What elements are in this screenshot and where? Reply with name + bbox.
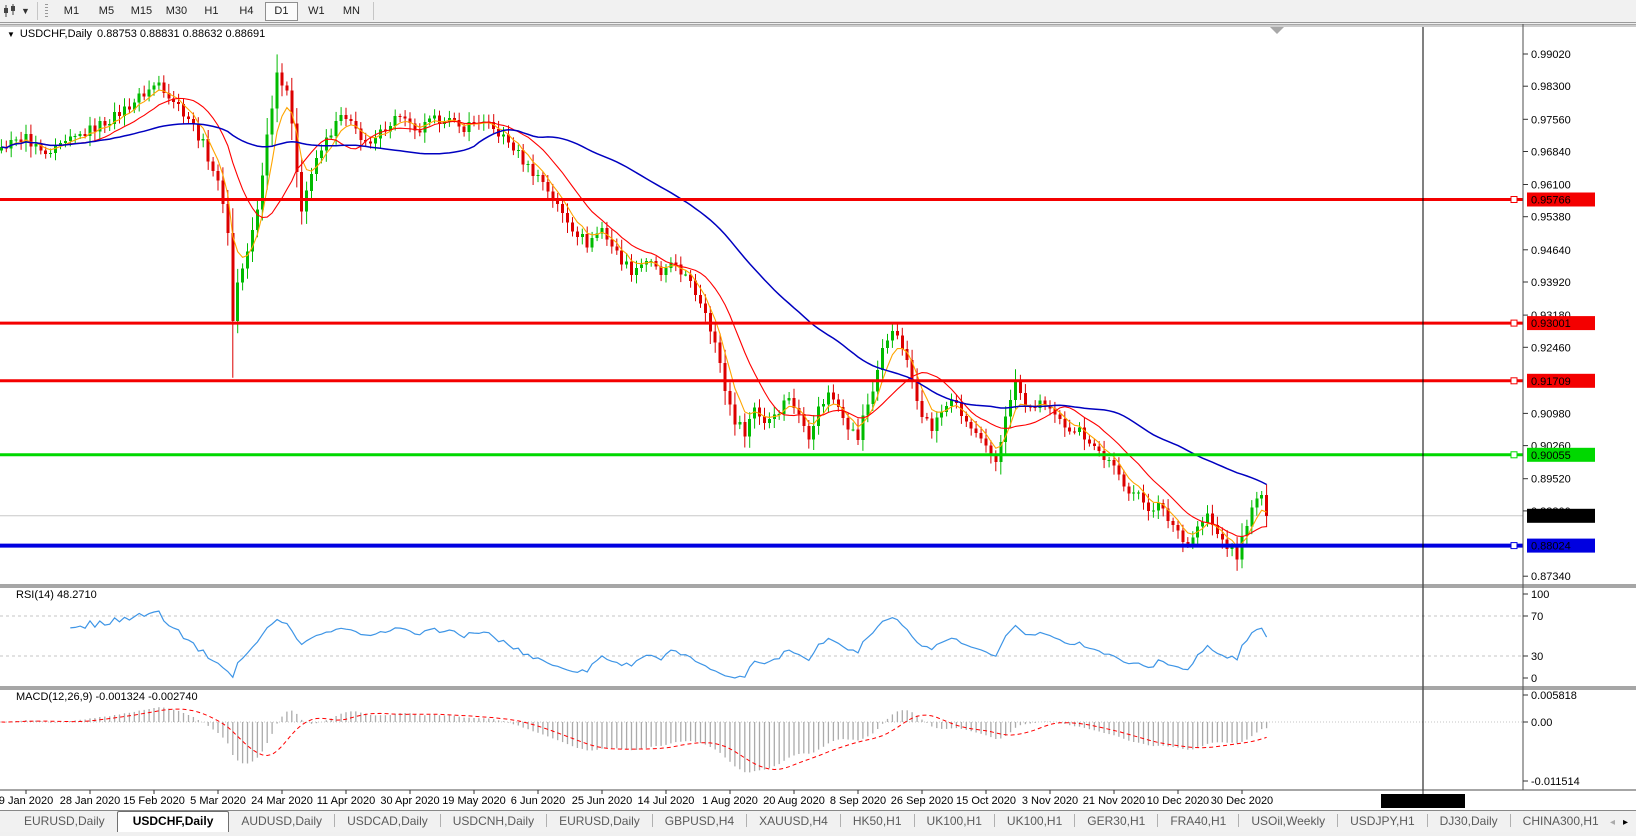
rsi-axis-label: 70 — [1531, 611, 1543, 623]
price-tick-label: 0.90980 — [1531, 408, 1571, 420]
chart-tab-usoil-weekly[interactable]: USOil,Weekly — [1239, 812, 1337, 832]
price-tick-label: 0.89520 — [1531, 474, 1571, 486]
chart-tab-dj30-daily[interactable]: DJ30,Daily — [1428, 812, 1510, 832]
chart-tab-usdjpy-h1[interactable]: USDJPY,H1 — [1338, 812, 1426, 832]
time-tick-label: 14 Jul 2020 — [638, 795, 695, 807]
chart-symbol-period: USDCHF,Daily — [20, 28, 92, 40]
time-tick-label: 26 Sep 2020 — [891, 795, 953, 807]
time-tick-label: 19 May 2020 — [442, 795, 506, 807]
chart-canvas[interactable]: 0.99020 0.98300 0.97560 0.96840 0.96100 0.953… — [0, 24, 1636, 810]
price-tick-label: 0.93920 — [1531, 277, 1571, 289]
price-line-label: 0.90055 — [1531, 450, 1571, 462]
timeframe-button-M5[interactable]: M5 — [90, 2, 123, 21]
chart-ohlc-values: 0.88753 0.88831 0.88632 0.88691 — [97, 28, 265, 40]
time-tick-label: 15 Oct 2020 — [956, 795, 1016, 807]
price-tick-label: 0.96840 — [1531, 147, 1571, 159]
timeframe-button-H4[interactable]: H4 — [230, 2, 263, 21]
chart-tab-audusd-daily[interactable]: AUDUSD,Daily — [229, 812, 334, 832]
time-tick-label: 1 Aug 2020 — [702, 795, 758, 807]
hline-handle[interactable] — [1511, 320, 1517, 326]
time-tick-label: 11 Apr 2020 — [317, 795, 376, 807]
chart-tab-china300-h1[interactable]: CHINA300,H1 — [1511, 812, 1606, 832]
time-tick-label: 20 Aug 2020 — [763, 795, 825, 807]
rsi-axis-label: 100 — [1531, 589, 1549, 601]
time-tick-label: 25 Jun 2020 — [572, 795, 633, 807]
macd-axis-label: -0.011514 — [1531, 776, 1580, 788]
price-tick-label: 0.98300 — [1531, 81, 1571, 93]
chart-window-title: ▼ USDCHF,Daily 0.88753 0.88831 0.88632 0… — [7, 28, 265, 40]
time-tick-label: 6 Jun 2020 — [511, 795, 565, 807]
chart-tabs: EURUSD,DailyUSDCHF,DailyAUDUSD,DailyUSDC… — [12, 811, 1606, 832]
timeframe-button-D1[interactable]: D1 — [265, 2, 298, 21]
time-tick-label: 8 Sep 2020 — [830, 795, 886, 807]
tab-scroll-arrows: ◂ ▸ — [1606, 817, 1636, 832]
chart-tab-eurusd-daily[interactable]: EURUSD,Daily — [547, 812, 652, 832]
hline-handle[interactable] — [1511, 378, 1517, 384]
rsi-indicator-label: RSI(14) 48.2710 — [16, 589, 97, 601]
timeframe-button-M15[interactable]: M15 — [125, 2, 158, 21]
time-tick-label: 24 Mar 2020 — [251, 795, 313, 807]
timeframe-toolbar: ▼ M1M5M15M30H1H4D1W1MN — [0, 0, 1636, 23]
timeframe-button-M1[interactable]: M1 — [55, 2, 88, 21]
time-tick-label: 28 Jan 2020 — [60, 795, 121, 807]
chart-tab-fra40-h1[interactable]: FRA40,H1 — [1158, 812, 1238, 832]
price-line-label: 0.91709 — [1531, 376, 1571, 388]
timeframe-button-W1[interactable]: W1 — [300, 2, 333, 21]
chart-tab-gbpusd-h4[interactable]: GBPUSD,H4 — [653, 812, 746, 832]
chart-tab-usdchf-daily[interactable]: USDCHF,Daily — [117, 811, 230, 832]
rsi-axis-label: 0 — [1531, 673, 1537, 685]
toolbar-separator — [373, 2, 374, 20]
toolbar-separator — [37, 2, 38, 20]
time-tick-label: 21 Nov 2020 — [1083, 795, 1145, 807]
time-tick-label: 30 Apr 2020 — [380, 795, 439, 807]
timeframe-button-H1[interactable]: H1 — [195, 2, 228, 21]
price-tick-label: 0.94640 — [1531, 245, 1571, 257]
hline-handle[interactable] — [1511, 543, 1517, 549]
charts-toolbar-icon[interactable] — [2, 3, 20, 19]
time-tick-label: 10 Dec 2020 — [1147, 795, 1209, 807]
chart-tab-uk100-h1[interactable]: UK100,H1 — [995, 812, 1074, 832]
chart-tab-hk50-h1[interactable]: HK50,H1 — [841, 812, 914, 832]
price-line-label: 0.95766 — [1531, 195, 1571, 207]
chart-tab-usdcad-daily[interactable]: USDCAD,Daily — [335, 812, 440, 832]
chart-tab-eurusd-daily[interactable]: EURUSD,Daily — [12, 812, 117, 832]
macd-axis-label: 0.005818 — [1531, 690, 1577, 702]
time-tick-label: 30 Dec 2020 — [1211, 795, 1273, 807]
rsi-axis-label: 30 — [1531, 651, 1543, 663]
tab-scroll-right-icon[interactable]: ▸ — [1623, 817, 1628, 828]
price-tick-label: 0.92460 — [1531, 342, 1571, 354]
time-tick-label: 3 Nov 2020 — [1022, 795, 1078, 807]
price-tick-label: 0.95380 — [1531, 212, 1571, 224]
timeframe-buttons: M1M5M15M30H1H4D1W1MN — [54, 2, 369, 21]
chart-tab-ger30-h1[interactable]: GER30,H1 — [1075, 812, 1157, 832]
timeframe-button-M30[interactable]: M30 — [160, 2, 193, 21]
chart-tab-bar: EURUSD,DailyUSDCHF,DailyAUDUSD,DailyUSDC… — [0, 810, 1636, 832]
time-tick-label: 15 Feb 2020 — [123, 795, 185, 807]
chart-tab-uk100-h1[interactable]: UK100,H1 — [915, 812, 994, 832]
tab-scroll-left-icon[interactable]: ◂ — [1610, 817, 1615, 828]
chart-tab-xauusd-h4[interactable]: XAUUSD,H4 — [747, 812, 840, 832]
price-tick-label: 0.97560 — [1531, 114, 1571, 126]
hline-handle[interactable] — [1511, 197, 1517, 203]
price-line-label: 0.88024 — [1531, 541, 1571, 553]
macd-indicator-label: MACD(12,26,9) -0.001324 -0.002740 — [16, 691, 198, 703]
chevron-down-icon[interactable]: ▼ — [21, 6, 30, 16]
macd-axis-label: 0.00 — [1531, 717, 1552, 729]
price-tick-label: 0.96100 — [1531, 180, 1571, 192]
vline-date-label: 2021.02.22 0:00 — [1383, 796, 1463, 808]
time-tick-label: 5 Mar 2020 — [190, 795, 246, 807]
chart-tab-usdcnh-daily[interactable]: USDCNH,Daily — [441, 812, 546, 832]
hline-handle[interactable] — [1511, 452, 1517, 458]
timeframe-button-MN[interactable]: MN — [335, 2, 368, 21]
price-tick-label: 0.87340 — [1531, 571, 1571, 583]
time-tick-label: 9 Jan 2020 — [0, 795, 53, 807]
price-line-label: 0.88691 — [1531, 511, 1571, 523]
collapse-chart-icon[interactable]: ▼ — [7, 30, 15, 39]
price-tick-label: 0.99020 — [1531, 49, 1571, 61]
price-line-label: 0.93001 — [1531, 318, 1571, 330]
toolbar-grip[interactable] — [45, 4, 48, 19]
